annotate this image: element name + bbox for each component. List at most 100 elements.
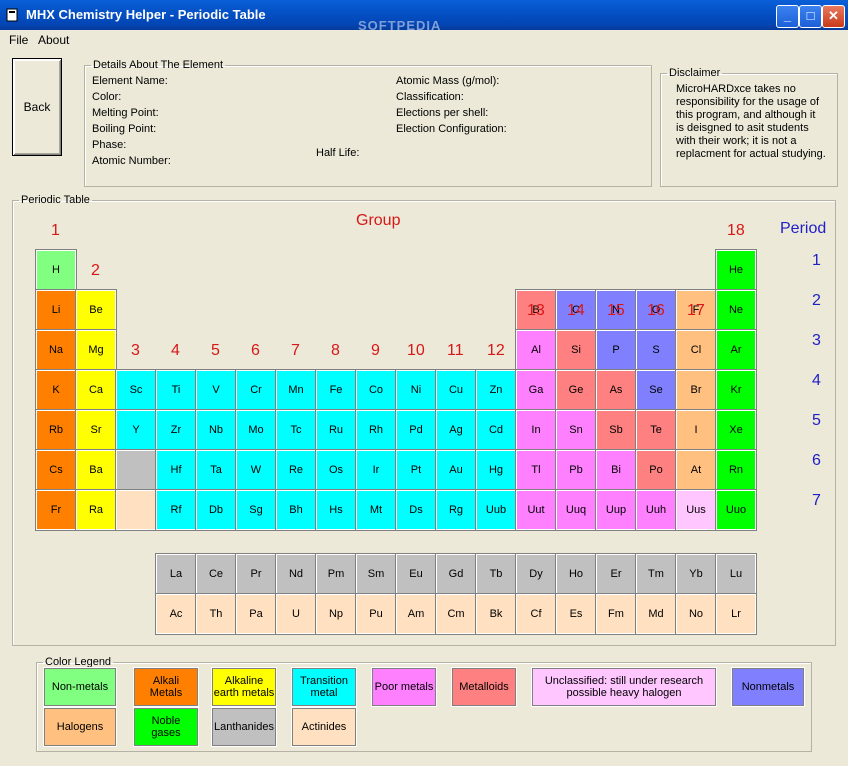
element-uuq[interactable]: Uuq [555, 489, 597, 531]
element-mg[interactable]: Mg [75, 329, 117, 371]
element-nb[interactable]: Nb [195, 409, 237, 451]
element-cm[interactable]: Cm [435, 593, 477, 635]
element-no[interactable]: No [675, 593, 717, 635]
element-ra[interactable]: Ra [75, 489, 117, 531]
menu-about[interactable]: About [38, 33, 69, 47]
element-am[interactable]: Am [395, 593, 437, 635]
element-np[interactable]: Np [315, 593, 357, 635]
element-se[interactable]: Se [635, 369, 677, 411]
element-zr[interactable]: Zr [155, 409, 197, 451]
element-la[interactable]: La [155, 553, 197, 595]
element-eu[interactable]: Eu [395, 553, 437, 595]
element-cr[interactable]: Cr [235, 369, 277, 411]
element-uuh[interactable]: Uuh [635, 489, 677, 531]
element-xe[interactable]: Xe [715, 409, 757, 451]
element-rn[interactable]: Rn [715, 449, 757, 491]
element-ar[interactable]: Ar [715, 329, 757, 371]
element-al[interactable]: Al [515, 329, 557, 371]
element-th[interactable]: Th [195, 593, 237, 635]
element-ca[interactable]: Ca [75, 369, 117, 411]
element-es[interactable]: Es [555, 593, 597, 635]
element-au[interactable]: Au [435, 449, 477, 491]
element-y[interactable]: Y [115, 409, 157, 451]
element-tc[interactable]: Tc [275, 409, 317, 451]
element-fe[interactable]: Fe [315, 369, 357, 411]
element-ir[interactable]: Ir [355, 449, 397, 491]
element-rf[interactable]: Rf [155, 489, 197, 531]
element-ge[interactable]: Ge [555, 369, 597, 411]
element-tl[interactable]: Tl [515, 449, 557, 491]
element-s[interactable]: S [635, 329, 677, 371]
element-re[interactable]: Re [275, 449, 317, 491]
element-br[interactable]: Br [675, 369, 717, 411]
element-fm[interactable]: Fm [595, 593, 637, 635]
element-fr[interactable]: Fr [35, 489, 77, 531]
element-p[interactable]: P [595, 329, 637, 371]
element-pb[interactable]: Pb [555, 449, 597, 491]
title-bar[interactable]: MHX Chemistry Helper - Periodic Table SO… [0, 0, 848, 33]
element-lu[interactable]: Lu [715, 553, 757, 595]
element-ce[interactable]: Ce [195, 553, 237, 595]
element-pu[interactable]: Pu [355, 593, 397, 635]
element-er[interactable]: Er [595, 553, 637, 595]
element-gd[interactable]: Gd [435, 553, 477, 595]
element-rh[interactable]: Rh [355, 409, 397, 451]
element-pm[interactable]: Pm [315, 553, 357, 595]
close-button[interactable]: ✕ [822, 5, 845, 28]
element-si[interactable]: Si [555, 329, 597, 371]
element-kr[interactable]: Kr [715, 369, 757, 411]
element-sm[interactable]: Sm [355, 553, 397, 595]
element-pa[interactable]: Pa [235, 593, 277, 635]
element-db[interactable]: Db [195, 489, 237, 531]
element-bh[interactable]: Bh [275, 489, 317, 531]
element-i[interactable]: I [675, 409, 717, 451]
maximize-button[interactable]: □ [799, 5, 822, 28]
element-as[interactable]: As [595, 369, 637, 411]
element-uus[interactable]: Uus [675, 489, 717, 531]
element-bk[interactable]: Bk [475, 593, 517, 635]
element-w[interactable]: W [235, 449, 277, 491]
element-be[interactable]: Be [75, 289, 117, 331]
element-k[interactable]: K [35, 369, 77, 411]
element-cu[interactable]: Cu [435, 369, 477, 411]
element-mn[interactable]: Mn [275, 369, 317, 411]
element-sn[interactable]: Sn [555, 409, 597, 451]
back-button[interactable]: Back [12, 58, 62, 156]
element-ba[interactable]: Ba [75, 449, 117, 491]
element-te[interactable]: Te [635, 409, 677, 451]
element-pr[interactable]: Pr [235, 553, 277, 595]
element-ni[interactable]: Ni [395, 369, 437, 411]
element-ga[interactable]: Ga [515, 369, 557, 411]
element-pd[interactable]: Pd [395, 409, 437, 451]
element-cf[interactable]: Cf [515, 593, 557, 635]
element-lr[interactable]: Lr [715, 593, 757, 635]
element-uub[interactable]: Uub [475, 489, 517, 531]
element-mt[interactable]: Mt [355, 489, 397, 531]
element-rb[interactable]: Rb [35, 409, 77, 451]
element-na[interactable]: Na [35, 329, 77, 371]
element-pt[interactable]: Pt [395, 449, 437, 491]
element-ds[interactable]: Ds [395, 489, 437, 531]
element-uut[interactable]: Uut [515, 489, 557, 531]
element-ti[interactable]: Ti [155, 369, 197, 411]
element-hg[interactable]: Hg [475, 449, 517, 491]
element-rg[interactable]: Rg [435, 489, 477, 531]
element-dy[interactable]: Dy [515, 553, 557, 595]
element-co[interactable]: Co [355, 369, 397, 411]
element-os[interactable]: Os [315, 449, 357, 491]
element-ru[interactable]: Ru [315, 409, 357, 451]
element-in[interactable]: In [515, 409, 557, 451]
menu-file[interactable]: File [9, 33, 28, 47]
element-cs[interactable]: Cs [35, 449, 77, 491]
element-tb[interactable]: Tb [475, 553, 517, 595]
minimize-button[interactable]: _ [776, 5, 799, 28]
element-po[interactable]: Po [635, 449, 677, 491]
element-li[interactable]: Li [35, 289, 77, 331]
element-h[interactable]: H [35, 249, 77, 291]
element-he[interactable]: He [715, 249, 757, 291]
element-ho[interactable]: Ho [555, 553, 597, 595]
element-sc[interactable]: Sc [115, 369, 157, 411]
element-zn[interactable]: Zn [475, 369, 517, 411]
element-u[interactable]: U [275, 593, 317, 635]
element-nd[interactable]: Nd [275, 553, 317, 595]
